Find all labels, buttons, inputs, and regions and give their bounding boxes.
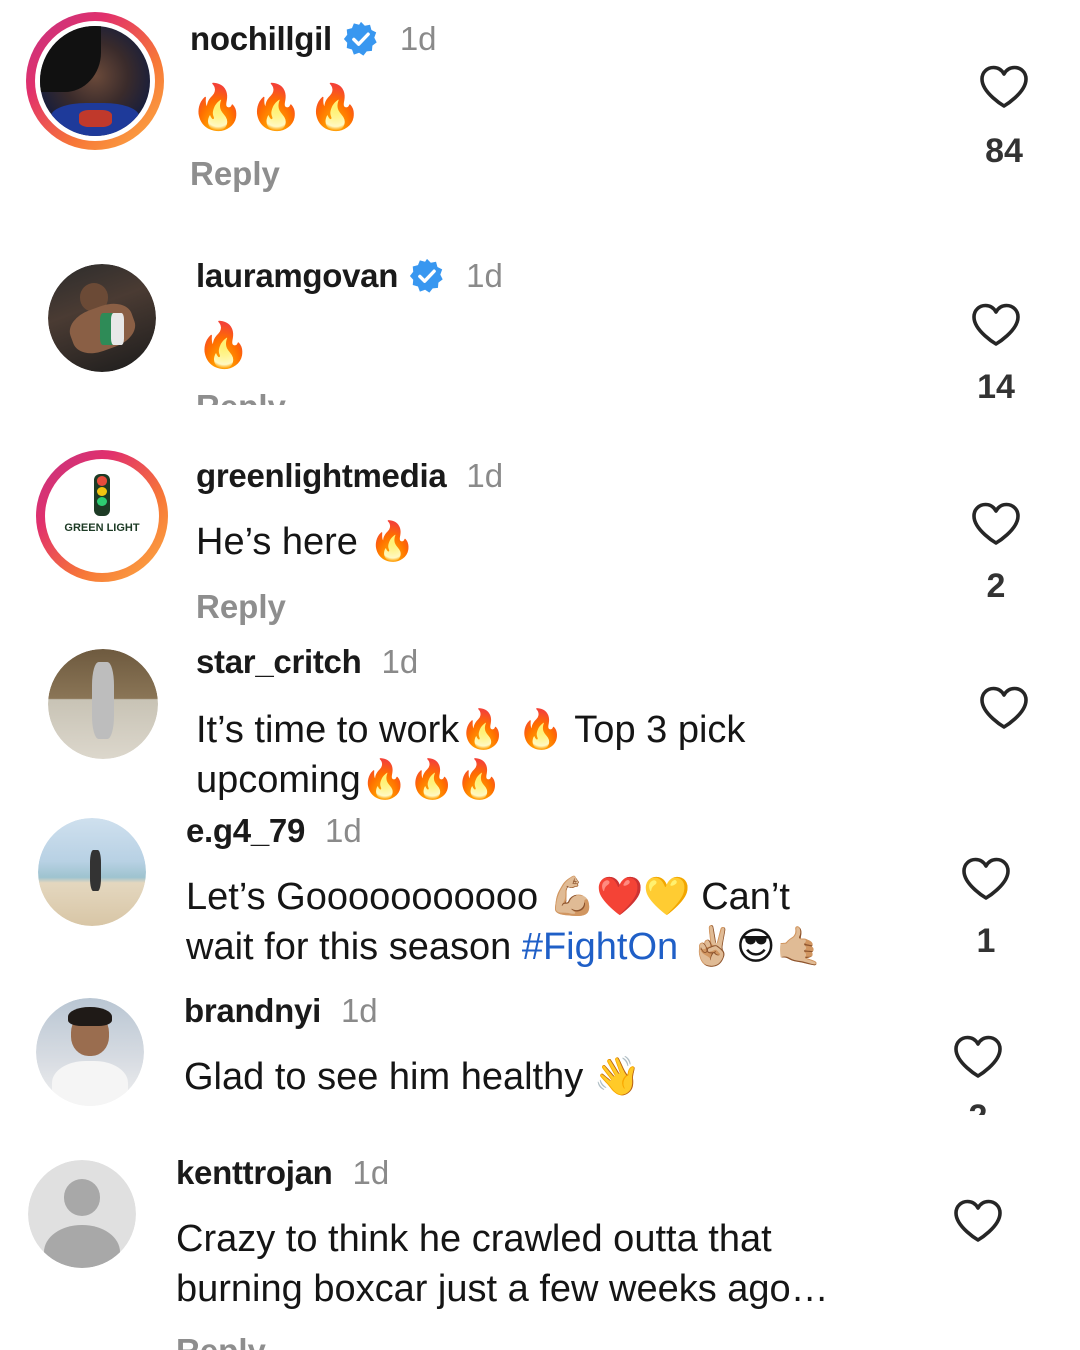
reply-button[interactable]: Reply: [176, 1332, 266, 1350]
like-count: 2: [938, 1098, 1018, 1115]
username[interactable]: nochillgil: [190, 20, 332, 58]
comment-text: 🔥🔥🔥: [190, 82, 367, 133]
timestamp: 1d: [325, 812, 362, 849]
like-button[interactable]: [974, 64, 1034, 110]
reply-button[interactable]: Reply: [196, 388, 286, 405]
username[interactable]: greenlightmedia: [196, 457, 447, 495]
heart-outline-icon: [978, 685, 1030, 731]
person-silhouette-icon: [28, 1160, 136, 1268]
comment-text-line: Let’s Gooooooooooo 💪🏼❤️💛 Can’t: [186, 876, 790, 918]
hashtag-link[interactable]: #FightOn: [522, 926, 678, 968]
comment-item: brandnyi 1d Glad to see him healthy 👋 2: [0, 990, 1080, 1115]
username[interactable]: star_critch: [196, 643, 362, 681]
username[interactable]: lauramgovan: [196, 257, 398, 295]
like-count: 14: [977, 368, 1015, 405]
username[interactable]: brandnyi: [184, 992, 321, 1030]
avatar[interactable]: [48, 649, 158, 759]
comment-item: GREEN LIGHT greenlightmedia 1d He’s here…: [0, 405, 1080, 635]
like-count: 1: [976, 922, 996, 960]
heart-outline-icon: [978, 64, 1030, 110]
comment-item: lauramgovan 1d 🔥 Reply 14: [0, 230, 1080, 405]
like-button[interactable]: [966, 501, 1026, 547]
heart-outline-icon: [970, 302, 1022, 348]
heart-outline-icon: [952, 1034, 1004, 1080]
like-button[interactable]: [948, 1034, 1008, 1080]
timestamp: 1d: [381, 643, 419, 680]
username[interactable]: kenttrojan: [176, 1154, 333, 1192]
logo-text: GREEN LIGHT: [64, 522, 140, 535]
username[interactable]: e.g4_79: [186, 812, 305, 850]
comment-item: e.g4_79 1d Let’s Gooooooooooo 💪🏼❤️💛 Can’…: [0, 810, 1080, 990]
heart-outline-icon: [952, 1198, 1004, 1244]
timestamp: 1d: [352, 1154, 390, 1191]
avatar[interactable]: GREEN LIGHT: [36, 450, 168, 582]
like-button[interactable]: [956, 856, 1016, 902]
heart-outline-icon: [960, 856, 1012, 902]
like-button[interactable]: [966, 302, 1026, 348]
traffic-light-logo: [93, 474, 111, 516]
comment-item: star_critch 1d It’s time to work🔥 🔥 Top …: [0, 635, 1080, 815]
comment-text-line: It’s time to work🔥 🔥 Top 3 pick: [196, 709, 746, 751]
comment-text: He’s here 🔥: [196, 521, 416, 563]
like-count: 2: [986, 567, 1006, 605]
avatar[interactable]: [28, 1160, 136, 1268]
reply-button[interactable]: Reply: [190, 155, 280, 193]
avatar[interactable]: [38, 818, 146, 926]
heart-outline-icon: [970, 501, 1022, 547]
avatar[interactable]: [36, 998, 144, 1106]
avatar[interactable]: [48, 264, 156, 372]
comment-text-line: upcoming🔥🔥🔥: [196, 759, 503, 801]
like-count: 84: [985, 132, 1023, 170]
verified-badge-icon: [408, 257, 446, 295]
reply-button[interactable]: Reply: [196, 588, 286, 626]
comment-text-line: Crazy to think he crawled outta that: [176, 1218, 772, 1260]
comment-text-line: burning boxcar just a few weeks ago…: [176, 1268, 829, 1310]
comment-text: 🔥: [196, 320, 251, 371]
comment-text: ✌🏼😎🤙🏼: [678, 926, 823, 968]
verified-badge-icon: [342, 20, 380, 58]
comment-item: kenttrojan 1d Crazy to think he crawled …: [0, 1150, 1080, 1350]
timestamp: 1d: [340, 992, 378, 1029]
timestamp: 1d: [399, 20, 437, 57]
avatar[interactable]: [26, 12, 164, 150]
like-button[interactable]: [974, 685, 1034, 731]
comment-text: wait for this season: [186, 926, 522, 968]
timestamp: 1d: [466, 457, 504, 494]
timestamp: 1d: [466, 257, 503, 294]
comment-text-line: wait for this season #FightOn ✌🏼😎🤙🏼: [186, 922, 823, 973]
like-button[interactable]: [948, 1198, 1008, 1244]
comment-item: nochillgil 1d 🔥🔥🔥 Reply 84: [0, 0, 1080, 230]
comment-text: Glad to see him healthy 👋: [184, 1056, 642, 1098]
